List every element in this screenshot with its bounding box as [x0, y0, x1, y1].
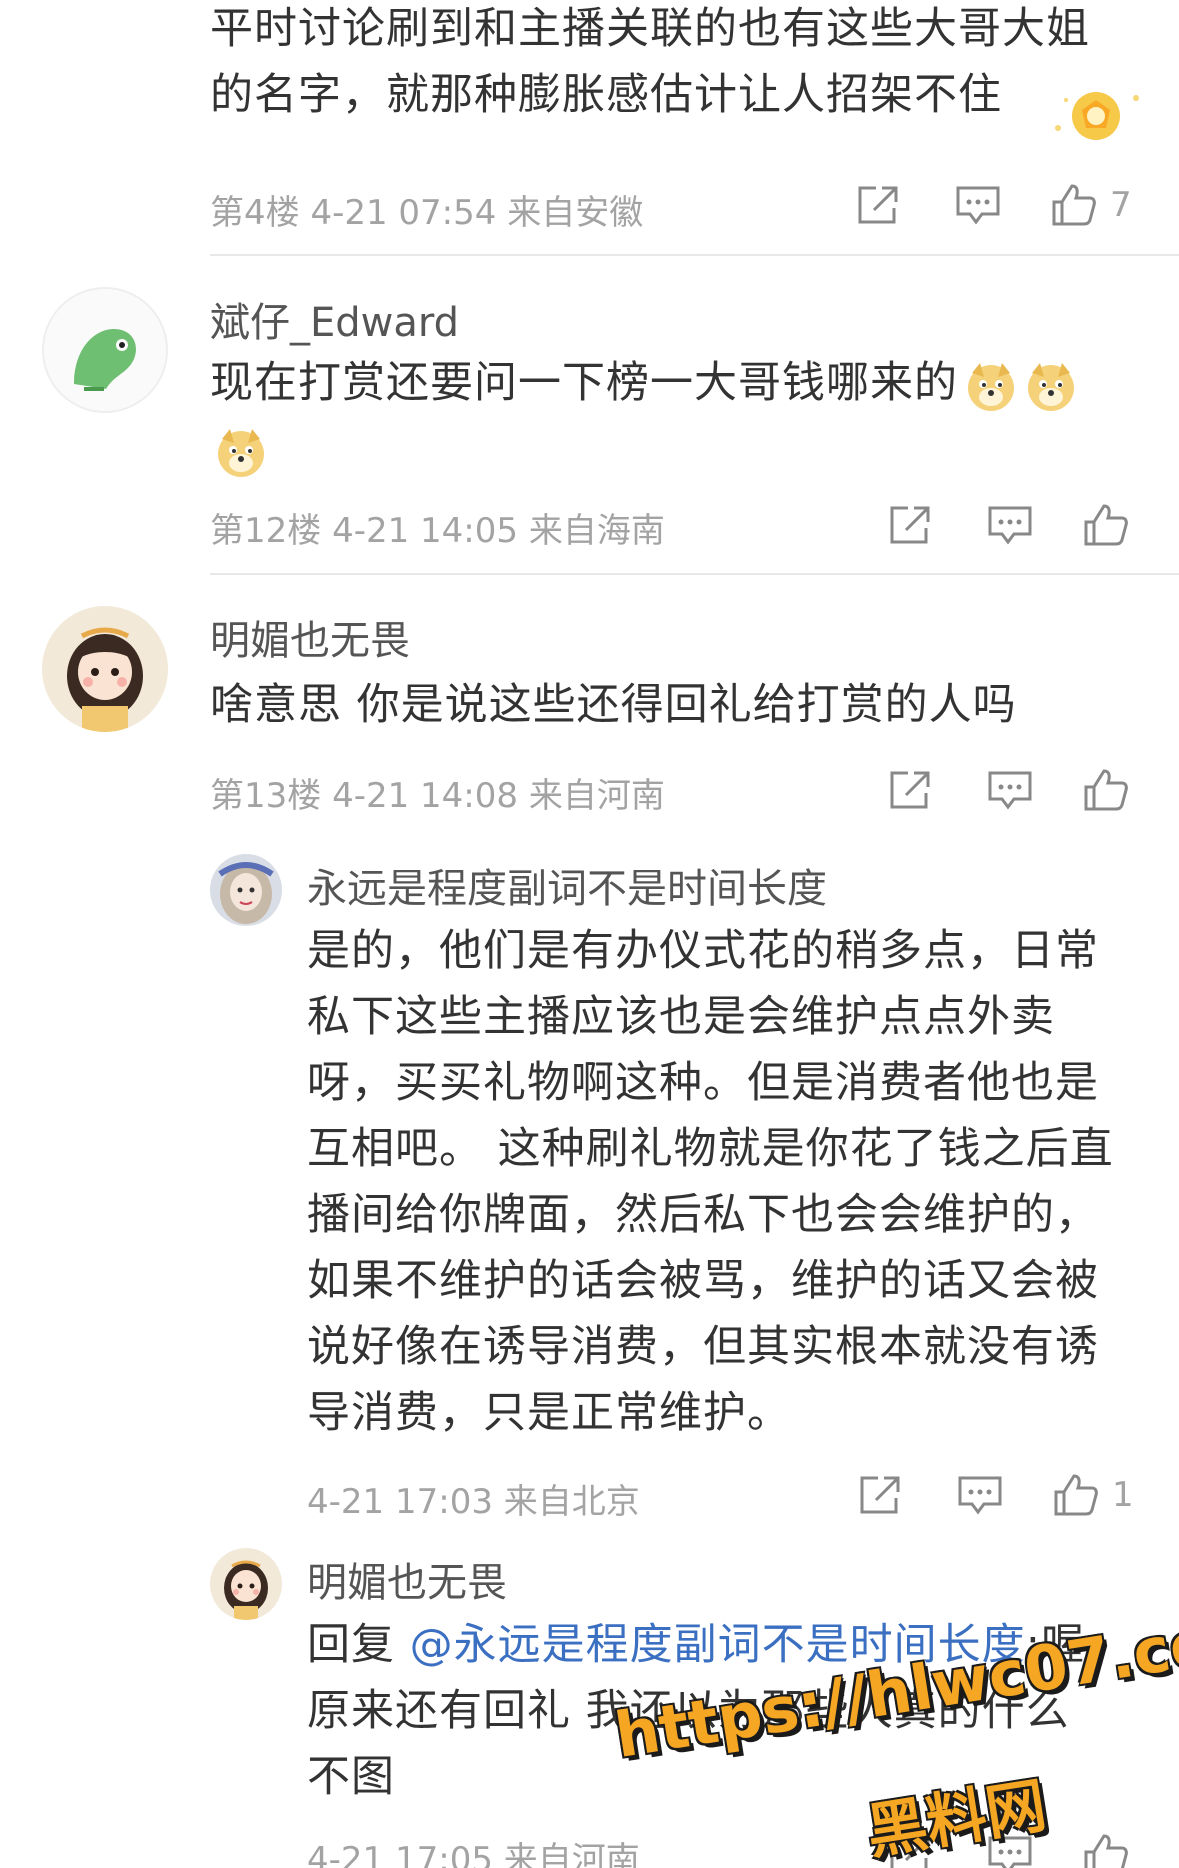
like-count: 7: [1110, 185, 1132, 225]
share-icon[interactable]: [852, 1470, 908, 1520]
reply-text: 是的，他们是有办仪式花的稍多点，日常 私下这些主播应该也是会维护点点外卖 呀，买…: [307, 926, 1114, 1438]
like-button[interactable]: 1: [1052, 1470, 1134, 1520]
reply-actions: 1: [852, 1470, 1134, 1520]
comment-actions: [882, 500, 1130, 550]
doge-emoji-icon: [1024, 359, 1078, 413]
doge-emoji-icon: [214, 425, 268, 479]
username[interactable]: 明媚也无畏: [210, 608, 410, 666]
username[interactable]: 永远是程度副词不是时间长度: [307, 856, 827, 914]
comment-actions: [882, 765, 1130, 815]
doge-emoji-icon: [964, 359, 1018, 413]
divider: [210, 573, 1179, 575]
comment-meta: 第4楼 4-21 07:54 来自安徽: [210, 193, 644, 233]
avatar[interactable]: [42, 287, 168, 413]
divider: [210, 254, 1179, 256]
thumbs-up-icon: [1084, 504, 1128, 546]
thumbs-up-icon: [1054, 1474, 1098, 1516]
username[interactable]: 明媚也无畏: [307, 1550, 507, 1608]
reply-meta: 4-21 17:03 来自北京: [307, 1482, 640, 1522]
comment-actions: 7: [850, 180, 1132, 230]
comment-icon[interactable]: [950, 180, 1006, 230]
thumbs-up-icon: [1052, 184, 1096, 226]
share-icon[interactable]: [882, 765, 938, 815]
comment-text: 现在打赏还要问一下榜一大哥钱哪来的: [210, 350, 1140, 482]
comment-meta: 第12楼 4-21 14:05 来自海南: [210, 511, 665, 551]
medal-badge-icon: [1036, 70, 1156, 150]
comment-icon[interactable]: [952, 1470, 1008, 1520]
thumbs-up-icon: [1084, 769, 1128, 811]
username[interactable]: 斌仔_Edward: [210, 290, 459, 348]
thumbs-up-icon: [1084, 1834, 1128, 1868]
avatar[interactable]: [210, 854, 282, 926]
comment-icon[interactable]: [982, 500, 1038, 550]
like-button[interactable]: [1082, 1830, 1130, 1868]
like-button[interactable]: [1082, 765, 1130, 815]
reply-meta: 4-21 17:05 来自河南: [307, 1840, 640, 1868]
like-count: 1: [1112, 1475, 1134, 1515]
like-button[interactable]: [1082, 500, 1130, 550]
avatar[interactable]: [210, 1548, 282, 1620]
comment-text: 啥意思 你是说这些还得回礼给打赏的人吗: [210, 680, 1017, 730]
comment-meta: 第13楼 4-21 14:08 来自河南: [210, 776, 665, 816]
comment-text: 平时讨论刷到和主播关联的也有这些大哥大姐 的名字，就那种膨胀感估计让人招架不住: [210, 4, 1090, 120]
share-icon[interactable]: [882, 500, 938, 550]
like-button[interactable]: 7: [1050, 180, 1132, 230]
share-icon[interactable]: [850, 180, 906, 230]
avatar[interactable]: [42, 606, 168, 732]
comment-icon[interactable]: [982, 765, 1038, 815]
